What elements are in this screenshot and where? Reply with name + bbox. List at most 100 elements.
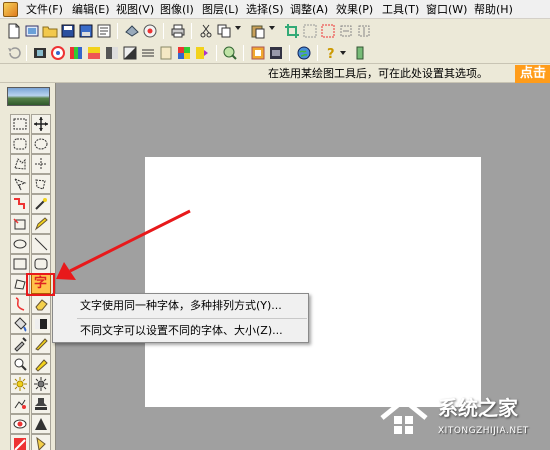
menu-edit[interactable]: 编辑(E) (72, 2, 110, 17)
channels-icon[interactable] (176, 45, 192, 61)
sharpen-brush-tool[interactable] (31, 414, 51, 434)
cut-icon[interactable] (198, 23, 214, 39)
paint-bucket-tool[interactable] (10, 314, 30, 334)
move-tool-icon[interactable] (31, 114, 51, 134)
rect-select-tool[interactable] (10, 114, 30, 134)
frame-icon[interactable] (250, 45, 266, 61)
properties-icon[interactable] (96, 23, 112, 39)
copy-dropdown-arrow[interactable] (235, 26, 241, 30)
ellipse-draw-tool[interactable] (10, 234, 30, 254)
line-tool[interactable] (31, 234, 51, 254)
tool-options-bar: 在选用某绘图工具后，可在此处设置其选项。 点击 (0, 64, 550, 83)
scanner-icon[interactable] (142, 23, 158, 39)
menu-adjust[interactable]: 调整(A) (290, 2, 328, 17)
rounded-select-tool[interactable] (10, 134, 30, 154)
menu-layer[interactable]: 图层(L) (202, 2, 239, 17)
transform-tool[interactable] (10, 214, 30, 234)
watermark-title: 系统之家 (438, 396, 518, 420)
image-toolbar: ? (0, 42, 550, 64)
flip-icon[interactable] (356, 23, 372, 39)
recolor-tool[interactable] (10, 434, 30, 450)
zoom-tool[interactable] (10, 354, 30, 374)
ellipse-select-tool[interactable] (31, 134, 51, 154)
menu-help[interactable]: 帮助(H) (474, 2, 513, 17)
menu-bar: 文件(F) 编辑(E) 视图(V) 图像(I) 图层(L) 选择(S) 调整(A… (0, 0, 550, 19)
red-eye-tool[interactable] (10, 414, 30, 434)
open-folder-icon[interactable] (42, 23, 58, 39)
gradient-icon[interactable] (86, 45, 102, 61)
pencil-tool[interactable] (31, 214, 51, 234)
help-dropdown-arrow[interactable] (340, 51, 346, 55)
curve-tool[interactable] (10, 294, 30, 314)
copy-icon[interactable] (216, 23, 232, 39)
smudge-tool[interactable] (31, 354, 51, 374)
polygon-select-tool[interactable] (31, 154, 51, 174)
rotate-icon[interactable] (338, 23, 354, 39)
film-icon[interactable] (268, 45, 284, 61)
paste-icon[interactable] (250, 23, 266, 39)
gradient-fill-tool[interactable] (31, 314, 51, 334)
brightness-icon[interactable] (122, 45, 138, 61)
stamp-tool[interactable] (31, 394, 51, 414)
magic-lasso-tool[interactable] (31, 174, 51, 194)
browse-icon[interactable] (24, 23, 40, 39)
eyedropper-tool[interactable] (10, 334, 30, 354)
image-canvas[interactable] (145, 157, 481, 407)
menu-item-uniform-font[interactable]: 文字使用同一种字体，多种排列方式(Y)... (53, 294, 308, 318)
shape-tool[interactable] (31, 434, 51, 450)
brush-tool[interactable] (31, 334, 51, 354)
color-replace-icon[interactable] (194, 45, 210, 61)
help-icon[interactable]: ? (323, 45, 339, 61)
rectangle-draw-tool[interactable] (10, 254, 30, 274)
battery-icon[interactable] (352, 45, 368, 61)
print-icon[interactable] (170, 23, 186, 39)
undo-icon[interactable] (6, 45, 22, 61)
filmstrip-icon[interactable] (32, 45, 48, 61)
app-icon[interactable] (3, 2, 18, 17)
annotation-highlight-box (26, 273, 55, 296)
resize-icon[interactable] (302, 23, 318, 39)
menu-window[interactable]: 窗口(W) (426, 2, 467, 17)
menu-image[interactable]: 图像(I) (160, 2, 194, 17)
toolbar-separator (117, 23, 118, 39)
watermark: 系统之家 XITONGZHIJIA.NET (378, 388, 550, 450)
new-file-icon[interactable] (6, 23, 22, 39)
magic-wand-tool[interactable] (31, 194, 51, 214)
rounded-rect-draw-tool[interactable] (31, 254, 51, 274)
text-tool-popup-menu: 文字使用同一种字体，多种排列方式(Y)... 不同文字可以设置不同的字体、大小(… (52, 293, 309, 343)
house-logo-icon (380, 397, 428, 434)
save-as-icon[interactable] (78, 23, 94, 39)
paste-dropdown-arrow[interactable] (269, 26, 275, 30)
sharpen-icon[interactable] (158, 45, 174, 61)
toolbar-separator (191, 23, 192, 39)
capture-icon[interactable] (124, 23, 140, 39)
toolbar-separator (163, 23, 164, 39)
toolbar-separator (317, 45, 318, 61)
lasso-tool[interactable] (10, 154, 30, 174)
toolbar-separator (243, 45, 244, 61)
magnetic-select-tool[interactable] (10, 194, 30, 214)
promo-badge[interactable]: 点击 (515, 65, 550, 83)
menu-file[interactable]: 文件(F) (26, 2, 63, 17)
save-icon[interactable] (60, 23, 76, 39)
image-preview-thumbnail[interactable] (7, 87, 50, 106)
freehand-select-tool[interactable] (10, 174, 30, 194)
canvas-size-icon[interactable] (320, 23, 336, 39)
menu-select[interactable]: 选择(S) (246, 2, 284, 17)
menu-tools[interactable]: 工具(T) (382, 2, 419, 17)
menu-view[interactable]: 视图(V) (116, 2, 154, 17)
menu-effects[interactable]: 效果(P) (336, 2, 373, 17)
menu-item-mixed-font[interactable]: 不同文字可以设置不同的字体、大小(Z)... (53, 319, 308, 343)
darken-tool[interactable] (31, 374, 51, 394)
levels-icon[interactable] (140, 45, 156, 61)
brighten-tool[interactable] (10, 374, 30, 394)
tool-options-hint: 在选用某绘图工具后，可在此处设置其选项。 (268, 67, 488, 80)
zoom-icon[interactable] (222, 45, 238, 61)
clone-tool[interactable] (10, 394, 30, 414)
color-palette-icon[interactable] (68, 45, 84, 61)
color-wheel-icon[interactable] (50, 45, 66, 61)
eraser-tool[interactable] (31, 294, 51, 314)
crop-icon[interactable] (284, 23, 300, 39)
globe-icon[interactable] (296, 45, 312, 61)
grayscale-icon[interactable] (104, 45, 120, 61)
